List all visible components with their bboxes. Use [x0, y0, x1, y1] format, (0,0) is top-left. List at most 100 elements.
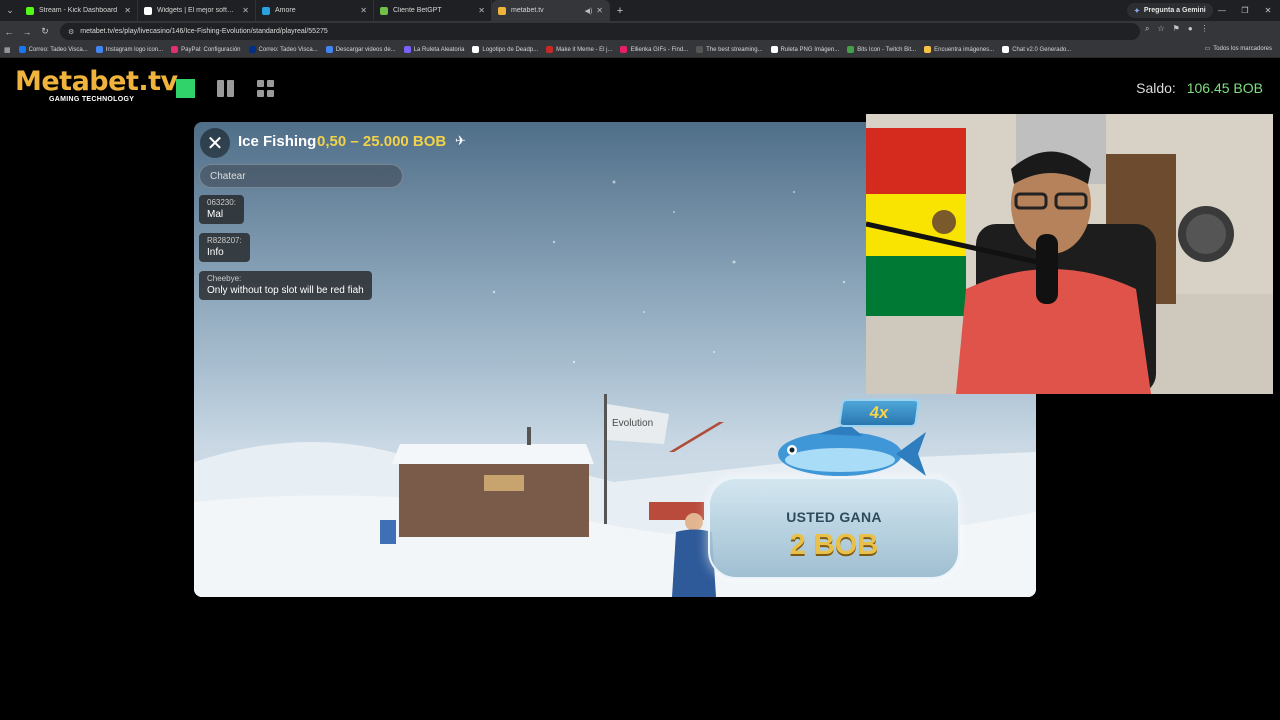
all-bookmarks-button[interactable]: ▭ Todos los marcadores: [1204, 45, 1272, 53]
bookmark-item[interactable]: Encuentra imágenes...: [924, 46, 994, 53]
profile-avatar[interactable]: ●: [1188, 24, 1193, 34]
bookmark-favicon-icon: [403, 46, 411, 53]
tab-search-icon[interactable]: ⌄: [0, 0, 20, 21]
tab-close-icon[interactable]: ✕: [242, 6, 249, 15]
bookmark-label: La Ruleta Aleatoria: [413, 46, 465, 53]
url-text: metabet.tv/es/play/livecasino/146/Ice-Fi…: [80, 28, 328, 35]
bookmark-star-icon[interactable]: ☆: [1157, 24, 1164, 34]
bookmark-favicon-icon: [472, 46, 480, 53]
bookmark-item[interactable]: Bits Icon - Twitch Bit...: [847, 46, 916, 53]
bet-limits: 0,50 – 25.000 BOB: [317, 133, 447, 150]
tab-favicon-icon: [380, 6, 388, 15]
close-game-button[interactable]: ✕: [200, 128, 230, 158]
bookmark-item[interactable]: Correo: Tadeo Visca...: [18, 46, 88, 53]
minimize-icon[interactable]: —: [1210, 0, 1234, 21]
browser-tab[interactable]: Amore ✕: [256, 0, 374, 21]
bookmark-favicon-icon: [171, 46, 179, 53]
bookmarks-bar: ▦ Correo: Tadeo Visca... Instagram logo i…: [0, 42, 1280, 58]
tab-close-icon[interactable]: ✕: [596, 6, 603, 15]
bookmark-label: Encuentra imágenes...: [934, 46, 995, 53]
bookmark-item[interactable]: Chat v2.0 Generado...: [1002, 46, 1071, 53]
extensions-icon[interactable]: ⚑: [1173, 24, 1180, 34]
win-title: USTED GANA: [786, 509, 882, 525]
maximize-icon[interactable]: ❐: [1233, 0, 1257, 21]
bookmark-item[interactable]: Logotipo de Deadp...: [472, 46, 538, 53]
menu-icon[interactable]: ⋮: [1201, 24, 1209, 34]
all-bookmarks-label: Todos los marcadores: [1213, 45, 1272, 52]
browser-tab-bar: ⌄ Stream - Kick Dashboard ✕ Widgets | El m…: [0, 0, 1280, 21]
bookmark-label: Descargar videos de...: [335, 46, 396, 53]
bookmark-item[interactable]: Ellienka GIFs - Find...: [620, 46, 688, 53]
address-bar: ← → ↻ ⚙ metabet.tv/es/play/livecasino/14…: [0, 21, 1280, 42]
browser-tab[interactable]: Cliente BetGPT ✕: [374, 0, 492, 21]
forward-icon[interactable]: →: [18, 27, 36, 37]
bookmark-item[interactable]: Correo: Tadeo Visca...: [248, 46, 318, 53]
win-panel: USTED GANA 2 BOB: [708, 477, 960, 579]
bookmark-item[interactable]: The best streaming...: [696, 46, 763, 53]
tab-close-icon[interactable]: ✕: [478, 6, 485, 15]
game-title: Ice Fishing: [238, 133, 317, 150]
tab-favicon-icon: [262, 6, 270, 15]
bookmark-item[interactable]: La Ruleta Aleatoria: [403, 46, 465, 53]
bookmark-favicon-icon: [620, 46, 628, 53]
chat-text: Mal: [207, 209, 224, 220]
pin-icon[interactable]: ✈: [455, 133, 466, 149]
new-tab-button[interactable]: +: [610, 5, 630, 17]
win-amount: 2 BOB: [789, 529, 879, 561]
bookmark-favicon-icon: [546, 46, 554, 53]
bookmark-label: Bits Icon - Twitch Bit...: [857, 46, 917, 53]
bookmark-label: The best streaming...: [706, 46, 763, 53]
bookmark-favicon-icon: [95, 46, 103, 53]
folder-icon: ▭: [1204, 46, 1211, 52]
zoom-icon[interactable]: ⌕: [1145, 24, 1149, 34]
bookmark-label: Correo: Tadeo Visca...: [258, 46, 318, 53]
site-logo[interactable]: Metabet.tv GAMING TECHNOLOGY: [15, 66, 178, 104]
grid-view-button[interactable]: [256, 79, 275, 98]
url-field[interactable]: ⚙ metabet.tv/es/play/livecasino/146/Ice-…: [60, 23, 1140, 40]
bookmark-label: Instagram logo icon...: [105, 46, 164, 53]
back-icon[interactable]: ←: [0, 27, 18, 37]
chat-input[interactable]: Chatear: [199, 164, 403, 188]
tab-close-icon[interactable]: ✕: [124, 6, 131, 15]
balance-label: Saldo:: [1136, 80, 1176, 96]
browser-tab[interactable]: metabet.tv ◀) ✕: [492, 0, 610, 21]
tab-audio-icon[interactable]: ◀): [585, 7, 593, 15]
balance-display: Saldo: 106.45 BOB: [1136, 80, 1263, 96]
bookmark-item[interactable]: Ruleta PNG Imágen...: [770, 46, 840, 53]
bookmark-favicon-icon: [18, 46, 26, 53]
tab-favicon-icon: [498, 6, 506, 15]
fish-icon: [778, 424, 926, 476]
apps-icon[interactable]: ▦: [4, 46, 11, 54]
bookmark-label: Ruleta PNG Imágen...: [780, 46, 840, 53]
browser-tab[interactable]: Widgets | El mejor software pa✕: [138, 0, 256, 21]
bookmark-item[interactable]: Descargar videos de...: [325, 46, 396, 53]
close-window-icon[interactable]: ✕: [1256, 0, 1280, 21]
tab-favicon-icon: [26, 6, 34, 15]
split-view-button[interactable]: [216, 79, 235, 98]
chat-user: 063230:: [207, 198, 236, 207]
bookmark-item[interactable]: Make it Meme - El j...: [546, 46, 612, 53]
webcam-scene: [866, 114, 1273, 394]
tab-label: metabet.tv: [511, 7, 544, 14]
tab-close-icon[interactable]: ✕: [360, 6, 367, 15]
browser-tab[interactable]: Stream - Kick Dashboard ✕: [20, 0, 138, 21]
bookmark-favicon-icon: [248, 46, 256, 53]
logo-text: Metabet.tv: [15, 66, 178, 97]
gemini-label: Pregunta a Gemini: [1143, 7, 1206, 14]
bookmark-favicon-icon: [1002, 46, 1010, 53]
chat-text: Info: [207, 247, 224, 258]
chat-user: R828207:: [207, 236, 242, 245]
evolution-sign-text: Evolution: [612, 418, 653, 429]
tab-favicon-icon: [144, 6, 152, 15]
site-info-icon[interactable]: ⚙: [68, 28, 74, 36]
tab-label: Cliente BetGPT: [393, 7, 442, 14]
chat-message: R828207: Info: [199, 233, 250, 262]
gemini-button[interactable]: ✦ Pregunta a Gemini: [1127, 3, 1213, 18]
chat-message: 063230: Mal: [199, 195, 244, 224]
bookmark-favicon-icon: [325, 46, 333, 53]
tab-label: Amore: [275, 7, 296, 14]
bookmark-item[interactable]: Instagram logo icon...: [95, 46, 164, 53]
reload-icon[interactable]: ↻: [36, 26, 54, 37]
bookmark-item[interactable]: PayPal: Configuración: [171, 46, 241, 53]
single-view-button[interactable]: [176, 79, 195, 98]
